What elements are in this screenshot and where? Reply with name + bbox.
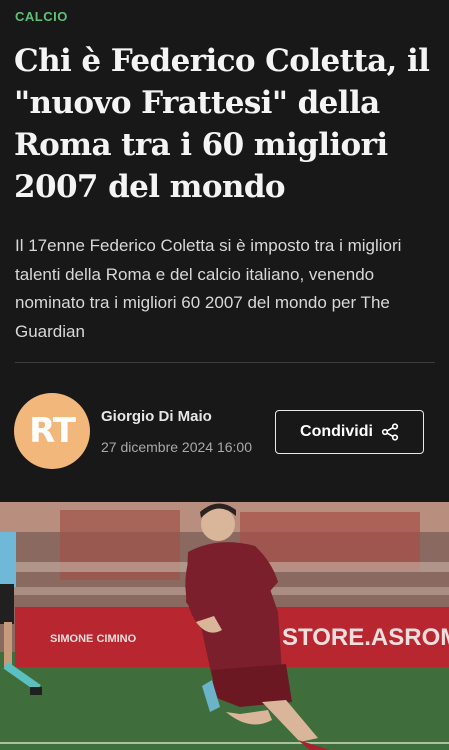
author-avatar[interactable]: RT [14,393,90,469]
publish-date: 27 dicembre 2024 16:00 [101,439,252,455]
section-tag[interactable]: CALCIO [15,9,68,24]
headline: Chi è Federico Coletta, il "nuovo Fratte… [14,43,430,205]
author-name[interactable]: Giorgio Di Maio [101,408,212,425]
share-button-label: Condividi [300,423,373,440]
avatar-initials: RT [29,411,76,451]
banner-text: STORE.ASROMA.CO [282,624,449,651]
share-icon [381,423,399,441]
article-subtitle: Il 17enne Federico Coletta si è imposto … [15,236,402,341]
share-button[interactable]: Condividi [275,410,424,454]
hero-photo: SIMONE CIMINO STORE.ASROMA.CO [0,502,449,750]
sponsor-text: SIMONE CIMINO [50,633,137,645]
divider [15,362,435,363]
hero-image: SIMONE CIMINO STORE.ASROMA.CO [0,502,449,750]
